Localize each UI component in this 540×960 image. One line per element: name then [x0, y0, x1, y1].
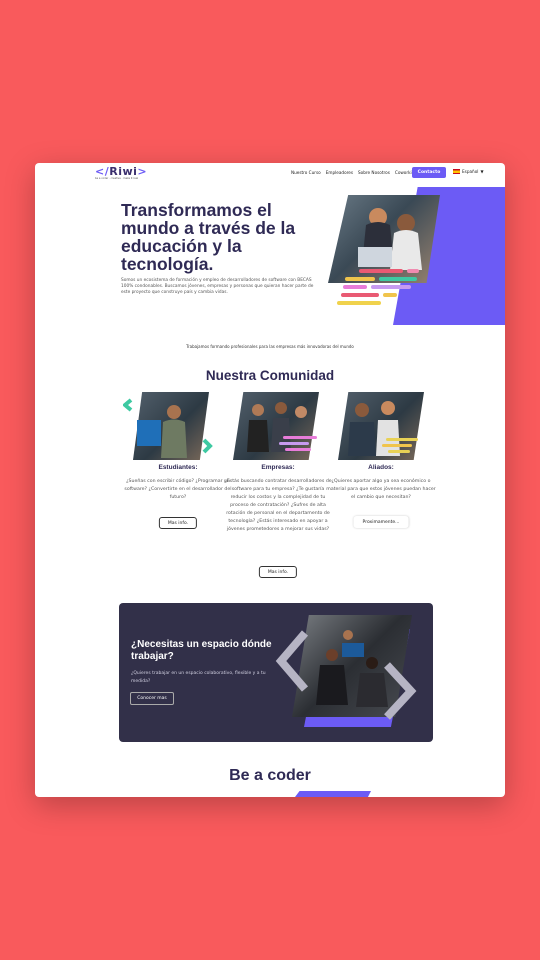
coworking-text: ¿Quieres trabajar en un espacio colabora…	[131, 671, 266, 684]
chevron-down-icon: ▼	[480, 169, 484, 174]
hero-title: Transformamos el mundo a través de la ed…	[121, 200, 296, 274]
companies-image	[223, 392, 333, 460]
spain-flag-icon	[453, 169, 460, 174]
website-frame: </Riwi> be a coder · creative · make it …	[35, 163, 505, 797]
nav-item-empleadores[interactable]: Empleadores	[326, 170, 353, 175]
companies-more-info-button[interactable]: Mas info.	[258, 566, 298, 578]
code-bracket-shapes-icon	[275, 630, 417, 720]
be-a-coder-purple-bar	[295, 791, 371, 797]
community-title: Nuestra Comunidad	[205, 368, 335, 383]
companies-title: Empresas:	[261, 464, 295, 471]
nav-menu: Nuestro Curso Empleadores Sobre Nosotros…	[291, 170, 417, 175]
language-selector[interactable]: Español ▼	[453, 169, 484, 174]
companies-text: ¿Estás buscando contratar desarrolladore…	[224, 479, 332, 532]
allies-image	[326, 392, 436, 460]
tagline: Trabajamos formando profesionales para l…	[186, 344, 354, 349]
language-label: Español	[462, 169, 479, 174]
allies-title: Aliados:	[368, 464, 394, 471]
nav-item-sobre-nosotros[interactable]: Sobre Nosotros	[358, 170, 390, 175]
coworking-title: ¿Necesitas un espacio dónde trabajar?	[131, 639, 272, 662]
contact-button[interactable]: Contacto	[412, 167, 446, 178]
be-a-coder-title: Be a coder	[229, 767, 311, 784]
students-text: ¿Sueñas con escribir código? ¿Programar …	[124, 479, 232, 500]
allies-text: ¿Quieres aportar algo ya sea económico o…	[326, 479, 436, 500]
hero-description: Somos un ecosistema de formación y emple…	[121, 278, 314, 295]
nav-item-nuestro-curso[interactable]: Nuestro Curso	[291, 170, 321, 175]
coworking-banner: ¿Necesitas un espacio dónde trabajar? ¿Q…	[119, 603, 433, 742]
teal-brackets-icon	[123, 398, 213, 458]
logo-subtitle: be a coder · creative · make it real	[95, 177, 139, 180]
students-more-info-button[interactable]: Mas info.	[158, 517, 198, 529]
students-image	[123, 392, 233, 460]
allies-coming-soon-button[interactable]: Proximamente...	[353, 516, 409, 528]
allies-people-illustration	[348, 401, 418, 456]
coworking-know-more-button[interactable]: Conocer mas	[130, 692, 174, 705]
students-title: Estudiantes:	[158, 464, 198, 471]
navbar: </Riwi> be a coder · creative · make it …	[35, 163, 505, 185]
companies-people-illustration	[247, 402, 317, 452]
